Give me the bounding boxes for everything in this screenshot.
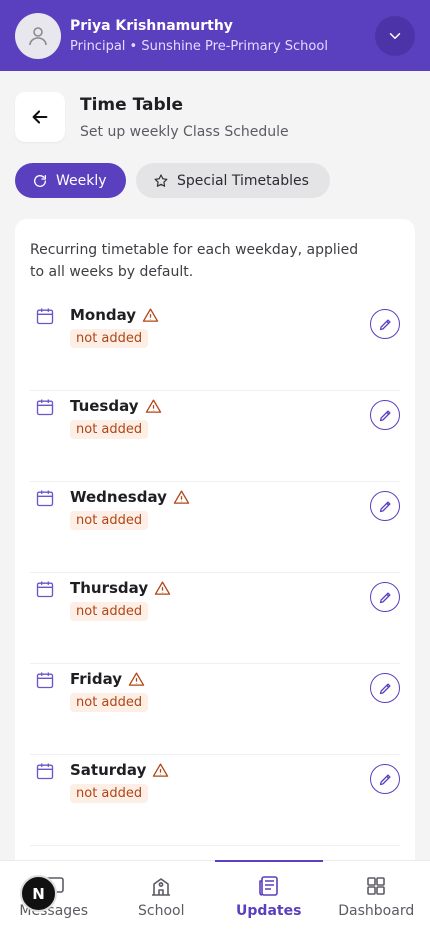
dev-badge[interactable]: N — [20, 875, 57, 912]
day-name: Wednesday — [70, 488, 167, 506]
timetable-tabs: Weekly Special Timetables — [15, 163, 330, 198]
nav-dashboard[interactable]: Dashboard — [323, 861, 430, 932]
avatar[interactable] — [15, 12, 61, 59]
card-description: Recurring timetable for each weekday, ap… — [30, 242, 359, 280]
edit-day-button[interactable] — [370, 582, 400, 612]
app-header: Priya Krishnamurthy Principal • Sunshine… — [0, 0, 430, 71]
warning-icon — [145, 398, 161, 413]
status-badge: not added — [70, 329, 149, 348]
day-title: Wednesday — [70, 488, 190, 506]
user-name: Priya Krishnamurthy — [70, 17, 233, 34]
grid-icon — [367, 877, 386, 895]
pencil-icon — [379, 683, 390, 694]
status-badge: not added — [70, 511, 149, 530]
day-title: Tuesday — [70, 397, 162, 415]
edit-day-button[interactable] — [370, 400, 400, 430]
calendar-icon — [36, 581, 54, 598]
edit-day-button[interactable] — [370, 491, 400, 521]
day-title: Thursday — [70, 579, 171, 597]
edit-day-button[interactable] — [370, 764, 400, 794]
school-icon — [152, 878, 171, 896]
day-title: Saturday — [70, 761, 169, 779]
day-title: Monday — [70, 306, 159, 324]
pencil-icon — [379, 410, 390, 421]
day-row: Friday not added — [30, 664, 400, 755]
nav-dashboard-label: Dashboard — [338, 903, 415, 919]
page-header: Time Table Set up weekly Class Schedule — [15, 92, 289, 142]
day-row: Saturday not added — [30, 755, 400, 846]
day-title: Friday — [70, 670, 145, 688]
day-name: Monday — [70, 306, 137, 324]
status-badge: not added — [70, 420, 149, 439]
calendar-icon — [36, 308, 54, 325]
day-row: Monday not added — [30, 300, 400, 391]
user-info[interactable]: Priya Krishnamurthy Principal • Sunshine… — [70, 18, 375, 54]
tab-special-label: Special Timetables — [177, 172, 309, 189]
day-name: Saturday — [70, 761, 147, 779]
day-row: Wednesday not added — [30, 482, 400, 573]
calendar-icon — [36, 763, 54, 780]
edit-day-button[interactable] — [370, 673, 400, 703]
back-button[interactable] — [15, 92, 65, 142]
day-row: Thursday not added — [30, 573, 400, 664]
arrow-left-icon — [32, 110, 48, 124]
day-row: Tuesday not added — [30, 391, 400, 482]
user-role: Principal • Sunshine Pre-Primary School — [70, 38, 328, 54]
status-badge: not added — [70, 602, 149, 621]
pencil-icon — [379, 501, 390, 512]
refresh-icon — [34, 174, 46, 187]
warning-icon — [142, 307, 159, 322]
pencil-icon — [379, 774, 390, 785]
pencil-icon — [379, 592, 390, 603]
account-switch-button[interactable] — [375, 15, 415, 56]
warning-icon — [154, 580, 171, 595]
edit-day-button[interactable] — [370, 309, 400, 339]
day-list: Monday not added Tuesday not added Wedne… — [30, 300, 400, 846]
day-name: Friday — [70, 670, 123, 688]
bottom-nav: Messages School Updates Dashboard — [0, 860, 430, 932]
page-subtitle: Set up weekly Class Schedule — [80, 124, 289, 140]
tab-special-timetables[interactable]: Special Timetables — [136, 163, 330, 198]
nav-school[interactable]: School — [108, 861, 216, 932]
tab-weekly-label: Weekly — [56, 172, 107, 189]
nav-school-label: School — [138, 903, 185, 919]
nav-updates[interactable]: Updates — [215, 860, 323, 932]
newspaper-icon — [258, 876, 278, 896]
day-name: Tuesday — [70, 397, 139, 415]
calendar-icon — [36, 399, 54, 416]
calendar-icon — [36, 672, 54, 689]
user-icon — [29, 26, 47, 45]
chevron-down-icon — [389, 32, 401, 39]
calendar-icon — [36, 490, 54, 507]
weekly-timetable-card: Recurring timetable for each weekday, ap… — [15, 219, 415, 919]
status-badge: not added — [70, 693, 149, 712]
warning-icon — [173, 489, 190, 504]
status-badge: not added — [70, 784, 149, 803]
page-title: Time Table — [80, 95, 183, 115]
pencil-icon — [379, 319, 390, 330]
warning-icon — [128, 671, 145, 686]
day-name: Thursday — [70, 579, 149, 597]
page-title-block: Time Table Set up weekly Class Schedule — [80, 92, 289, 142]
nav-updates-label: Updates — [236, 903, 302, 919]
tab-weekly[interactable]: Weekly — [15, 163, 126, 198]
star-icon — [154, 173, 168, 187]
warning-icon — [153, 762, 169, 777]
